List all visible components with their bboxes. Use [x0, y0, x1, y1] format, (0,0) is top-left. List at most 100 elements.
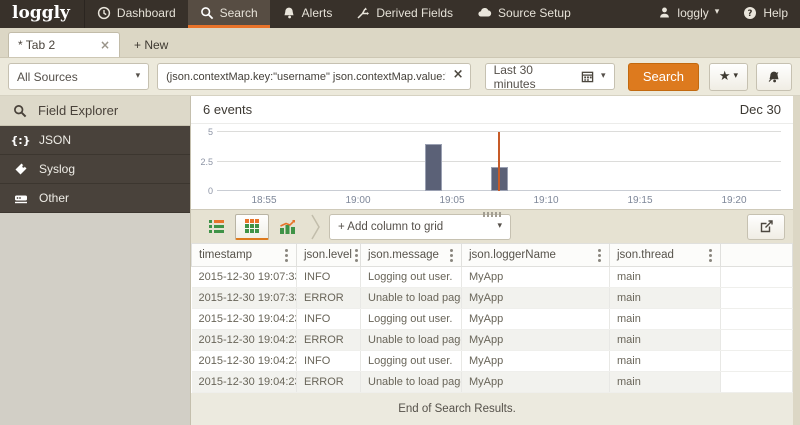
table-row[interactable]: 2015-12-30 19:07:33.506ERRORUnable to lo… [192, 288, 793, 309]
x-axis-tick-label: 19:05 [439, 195, 464, 206]
nav-item-source-setup[interactable]: Source Setup [465, 0, 583, 28]
table-cell[interactable]: 2015-12-30 19:07:33.506 [192, 267, 297, 288]
sidebar-item-syslog[interactable]: Syslog [0, 155, 190, 184]
column-header-json.level[interactable]: json.level [297, 244, 361, 267]
sidebar-item-other[interactable]: Other [0, 184, 190, 213]
table-row[interactable]: 2015-12-30 19:07:33.506INFOLogging out u… [192, 267, 793, 288]
search-button[interactable]: Search [628, 63, 700, 91]
table-cell[interactable]: MyApp [462, 372, 610, 393]
table-cell[interactable]: ERROR [297, 288, 361, 309]
table-cell[interactable]: MyApp [462, 330, 610, 351]
grid-toolbar: + Add column to grid ▾ [191, 209, 793, 243]
column-menu-icon[interactable] [706, 247, 715, 264]
x-axis-tick-label: 18:55 [251, 195, 276, 206]
loggly-logo[interactable]: loggly [0, 0, 85, 28]
table-row[interactable]: 2015-12-30 19:04:23.332ERRORUnable to lo… [192, 330, 793, 351]
column-menu-icon[interactable] [282, 247, 291, 264]
table-cell[interactable]: main [610, 267, 721, 288]
column-menu-icon[interactable] [447, 247, 456, 264]
nav-item-label: Alerts [302, 6, 333, 20]
table-cell[interactable]: main [610, 330, 721, 351]
column-header-label: json.level [304, 249, 352, 261]
close-tab-icon[interactable]: × [100, 38, 110, 52]
top-navbar: loggly Dashboard Search Alerts Derived F… [0, 0, 800, 28]
list-view-button[interactable] [199, 214, 233, 240]
other-icon [12, 191, 29, 205]
view-switcher [199, 214, 305, 240]
nav-item-dashboard[interactable]: Dashboard [85, 0, 188, 28]
table-cell[interactable]: 2015-12-30 19:04:23.332 [192, 372, 297, 393]
table-cell[interactable]: main [610, 288, 721, 309]
table-cell[interactable]: main [610, 372, 721, 393]
table-cell[interactable]: MyApp [462, 288, 610, 309]
add-column-dropdown[interactable]: + Add column to grid ▾ [329, 214, 511, 240]
table-cell[interactable]: 2015-12-30 19:04:23.332 [192, 309, 297, 330]
column-menu-icon[interactable] [352, 247, 361, 264]
table-cell[interactable]: Unable to load page. [361, 288, 462, 309]
table-row[interactable]: 2015-12-30 19:04:23.332INFOLogging out u… [192, 309, 793, 330]
table-cell[interactable]: ERROR [297, 372, 361, 393]
saved-searches-button[interactable]: ★ ▾ [709, 63, 747, 91]
clear-query-icon[interactable]: × [453, 68, 464, 81]
export-button[interactable] [747, 214, 785, 240]
grid-view-button[interactable] [235, 214, 269, 240]
nav-item-search[interactable]: Search [188, 0, 270, 28]
user-menu[interactable]: loggly ▾ [646, 0, 731, 28]
table-cell[interactable]: INFO [297, 309, 361, 330]
table-cell[interactable]: Logging out user. [361, 267, 462, 288]
table-header: timestamp json.level json.messagejson.logg… [192, 244, 793, 267]
table-cell[interactable]: Unable to load page. [361, 330, 462, 351]
table-cell[interactable]: INFO [297, 267, 361, 288]
column-header-label: json.thread [617, 249, 674, 261]
filler-cell [721, 267, 793, 288]
query-input-wrap: × [157, 63, 470, 90]
y-axis-tick-label: 5 [208, 127, 213, 137]
table-row[interactable]: 2015-12-30 19:04:23.332ERRORUnable to lo… [192, 372, 793, 393]
table-cell[interactable]: 2015-12-30 19:04:23.332 [192, 330, 297, 351]
column-header-json.message[interactable]: json.message [361, 244, 462, 267]
column-header-label: timestamp [199, 249, 252, 261]
user-icon [658, 6, 671, 19]
events-grid: timestamp json.level json.messagejson.logg… [191, 243, 793, 425]
dashboard-icon [97, 6, 111, 20]
column-header-json.thread[interactable]: json.thread [610, 244, 721, 267]
nav-item-label: Help [763, 6, 788, 20]
time-range-select[interactable]: Last 30 minutes ▾ [485, 63, 615, 90]
nav-item-help[interactable]: ? Help [731, 0, 800, 28]
nav-item-alerts[interactable]: Alerts [270, 0, 345, 28]
tab-tab2[interactable]: * Tab 2 × [8, 32, 120, 57]
histogram-bar [425, 144, 442, 191]
table-cell[interactable]: Logging out user. [361, 309, 462, 330]
bell-icon [282, 6, 296, 20]
table-cell[interactable]: MyApp [462, 267, 610, 288]
nav-item-derived-fields[interactable]: Derived Fields [344, 0, 465, 28]
calendar-icon [581, 70, 594, 83]
column-header-timestamp[interactable]: timestamp [192, 244, 297, 267]
column-menu-icon[interactable] [595, 247, 604, 264]
syslog-icon [12, 162, 29, 176]
chart-view-button[interactable] [271, 214, 305, 240]
table-cell[interactable]: main [610, 351, 721, 372]
table-cell[interactable]: main [610, 309, 721, 330]
events-histogram[interactable]: 02.5518:5519:0019:0519:1019:1519:20 [191, 124, 793, 209]
panel-resize-handle[interactable] [483, 212, 501, 217]
table-cell[interactable]: 2015-12-30 19:07:33.506 [192, 288, 297, 309]
derived-fields-icon [356, 6, 370, 20]
table-cell[interactable]: MyApp [462, 309, 610, 330]
table-cell[interactable]: 2015-12-30 19:04:23.332 [192, 351, 297, 372]
column-header-json.loggerName[interactable]: json.loggerName [462, 244, 610, 267]
table-cell[interactable]: Logging out user. [361, 351, 462, 372]
source-group-select[interactable]: All Sources ▾ [8, 63, 149, 90]
table-cell[interactable]: ERROR [297, 330, 361, 351]
filler-cell [721, 309, 793, 330]
new-tab-button[interactable]: + New [120, 32, 182, 57]
table-cell[interactable]: Unable to load page. [361, 372, 462, 393]
table-cell[interactable]: INFO [297, 351, 361, 372]
grid-view-icon [245, 219, 259, 233]
tab-bar: * Tab 2 × + New [0, 28, 800, 58]
search-query-input[interactable] [157, 63, 470, 90]
create-alert-button[interactable] [756, 63, 792, 91]
sidebar-item-json[interactable]: {:} JSON [0, 126, 190, 155]
table-cell[interactable]: MyApp [462, 351, 610, 372]
table-row[interactable]: 2015-12-30 19:04:23.332INFOLogging out u… [192, 351, 793, 372]
